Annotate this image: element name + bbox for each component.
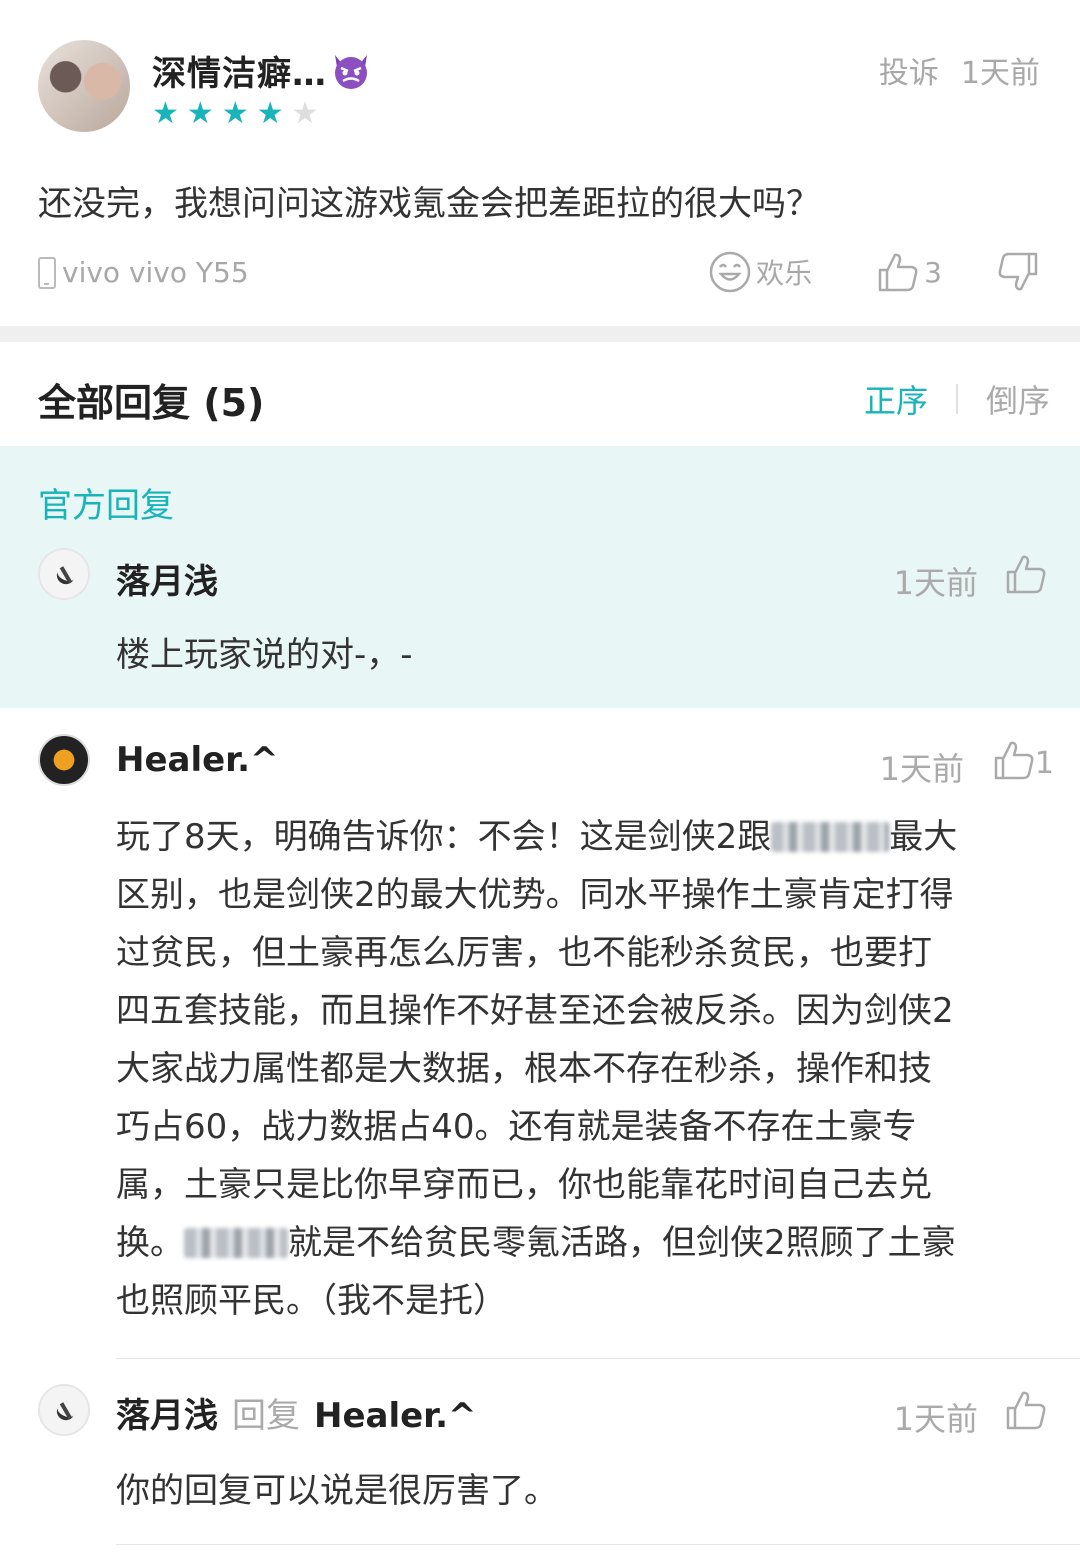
official-reply-label: 官方回复 bbox=[38, 486, 174, 526]
device-info: vivo vivo Y55 bbox=[38, 256, 249, 289]
section-divider bbox=[0, 326, 1080, 342]
avatar[interactable] bbox=[38, 1384, 90, 1436]
redacted-text bbox=[184, 1228, 288, 1258]
thumbs-up-icon[interactable] bbox=[1004, 552, 1048, 596]
reply-divider bbox=[116, 1544, 1080, 1545]
sort-toggle: 正序 倒序 bbox=[864, 376, 1050, 422]
replies-header: 全部回复 (5) 正序 倒序 bbox=[0, 342, 1080, 446]
star-icon: ★ bbox=[186, 96, 222, 131]
official-reply: 官方回复 落月浅 1天前 楼上玩家说的对-，- bbox=[0, 446, 1080, 708]
reply-time: 1天前 bbox=[893, 564, 978, 602]
reply-body: 玩了8天，明确告诉你：不会！这是剑侠2跟 最大 区别，也是剑侠2的最大优势。同水平… bbox=[116, 817, 958, 1321]
star-icon: ★ bbox=[152, 96, 187, 131]
devil-emoji-icon bbox=[335, 55, 367, 89]
fun-reaction-button[interactable]: 欢乐 bbox=[708, 250, 812, 294]
sort-descending-button[interactable]: 倒序 bbox=[986, 376, 1050, 422]
thumbs-up-icon[interactable] bbox=[1004, 1388, 1048, 1432]
dislike-button[interactable] bbox=[996, 250, 1040, 294]
sort-ascending-button[interactable]: 正序 bbox=[864, 376, 928, 422]
reply-author[interactable]: 落月浅 bbox=[116, 554, 218, 603]
star-empty-icon: ★ bbox=[291, 96, 327, 131]
replies-title: 全部回复 (5) bbox=[38, 381, 265, 425]
reply-time: 1天前 bbox=[893, 1400, 978, 1438]
like-button[interactable]: 3 bbox=[876, 250, 942, 294]
smiley-icon bbox=[709, 251, 751, 293]
reply-time: 1天前 bbox=[879, 750, 964, 788]
user-avatar[interactable] bbox=[38, 40, 130, 132]
sort-divider bbox=[955, 384, 958, 414]
thumbs-up-icon bbox=[878, 253, 918, 292]
rating-stars: ★★★★★ bbox=[152, 96, 327, 131]
redacted-text bbox=[771, 822, 890, 852]
phone-icon bbox=[38, 256, 56, 289]
report-button[interactable]: 投诉 bbox=[879, 56, 939, 91]
avatar[interactable] bbox=[38, 734, 90, 786]
post-username[interactable]: 深情洁癖… bbox=[152, 46, 373, 95]
star-icon: ★ bbox=[256, 96, 292, 131]
reply-author[interactable]: 落月浅 bbox=[116, 1396, 218, 1436]
star-icon: ★ bbox=[221, 96, 257, 131]
like-count: 1 bbox=[1034, 746, 1054, 781]
original-post: 深情洁癖… ★★★★★ 投诉 1天前 还没完，我想问问这游戏氪金会把差距拉的很大吗… bbox=[0, 0, 1080, 326]
reply-word: 回复 bbox=[232, 1396, 300, 1436]
reply-body: 你的回复可以说是很厉害了。 bbox=[116, 1471, 558, 1511]
post-body: 还没完，我想问问这游戏氪金会把差距拉的很大吗？ bbox=[38, 184, 820, 224]
reply-target[interactable]: Healer.^ bbox=[314, 1396, 477, 1436]
post-time: 1天前 bbox=[960, 56, 1040, 91]
reply-body: 楼上玩家说的对-，- bbox=[116, 635, 413, 675]
thumbs-up-icon[interactable] bbox=[992, 738, 1036, 782]
reply-author[interactable]: Healer.^ bbox=[116, 740, 279, 780]
reply-divider bbox=[116, 1358, 1080, 1359]
reply-header-line: 落月浅 回复 Healer.^ bbox=[116, 1388, 477, 1437]
thumbs-down-icon bbox=[998, 252, 1038, 291]
avatar[interactable] bbox=[38, 548, 90, 600]
